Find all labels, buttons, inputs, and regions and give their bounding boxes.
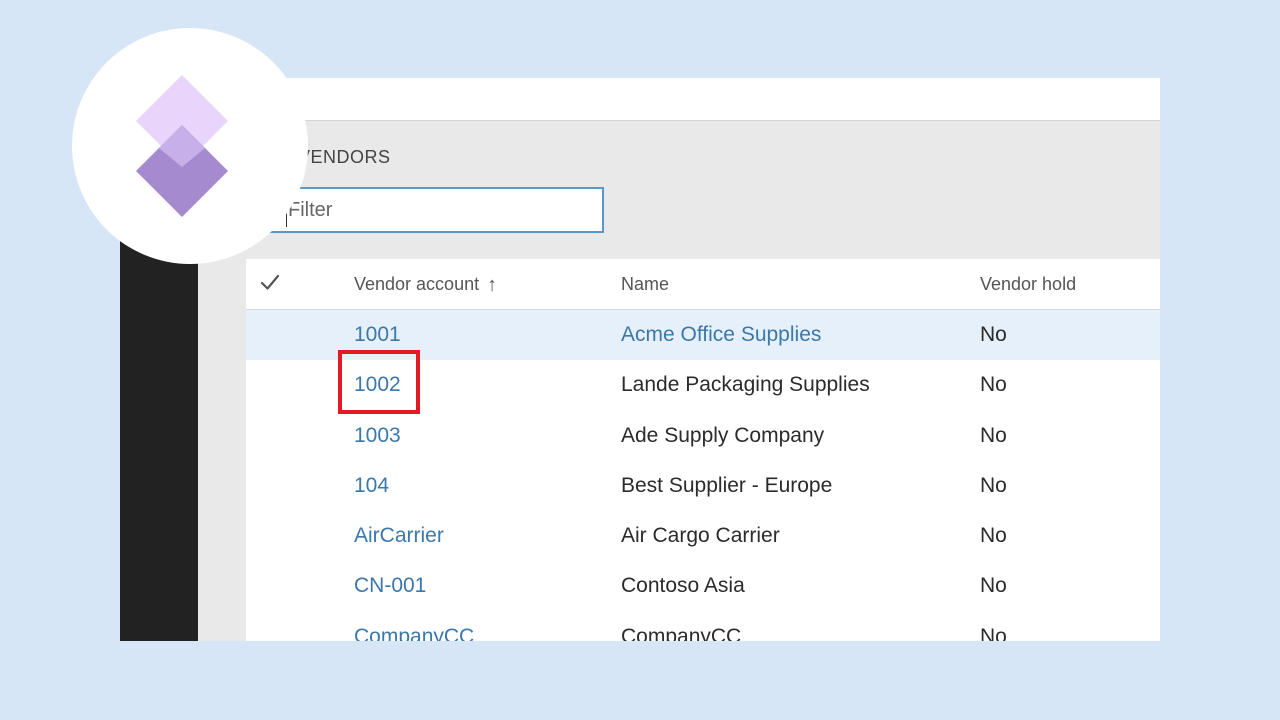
logo-badge <box>72 28 308 264</box>
vendor-account-link[interactable]: 104 <box>354 474 389 498</box>
vendor-hold-value: No <box>980 524 1007 548</box>
table-row[interactable]: AirCarrier Air Cargo Carrier No <box>246 511 1160 561</box>
vendor-name: Contoso Asia <box>621 574 745 598</box>
sort-ascending-icon: ↑ <box>487 274 498 296</box>
vendor-hold-value: No <box>980 373 1007 397</box>
stage: VENDORS Vendor account ↑ Name Vendor hold <box>0 0 1280 720</box>
vendors-grid: Vendor account ↑ Name Vendor hold 1001 Ac… <box>246 259 1160 641</box>
vendor-name: Air Cargo Carrier <box>621 524 780 548</box>
column-header-vendor-account[interactable]: Vendor account ↑ <box>354 274 497 297</box>
table-row[interactable]: CompanyCC CompanyCC No <box>246 612 1160 641</box>
vendor-account-link[interactable]: 1002 <box>354 373 401 397</box>
grid-header: Vendor account ↑ Name Vendor hold <box>246 259 1160 310</box>
checkmark-icon <box>260 274 280 290</box>
table-row[interactable]: 104 Best Supplier - Europe No <box>246 461 1160 511</box>
vendor-account-link[interactable]: CN-001 <box>354 574 426 598</box>
vendor-hold-value: No <box>980 423 1007 447</box>
vendor-hold-value: No <box>980 323 1007 346</box>
column-label: Vendor account <box>354 274 480 294</box>
table-row[interactable]: 1001 Acme Office Supplies No <box>246 310 1160 361</box>
table-row[interactable]: 1002 Lande Packaging Supplies No <box>246 360 1160 410</box>
vendor-name: Ade Supply Company <box>621 423 825 447</box>
grid-rows: 1001 Acme Office Supplies No 1002 Lande … <box>246 310 1160 641</box>
vendor-name: CompanyCC <box>621 624 742 641</box>
vendor-account-link[interactable]: 1003 <box>354 424 401 448</box>
page-title: VENDORS <box>298 147 391 167</box>
vendor-account-link[interactable]: 1001 <box>354 323 401 347</box>
select-all-checkbox[interactable] <box>258 270 282 294</box>
column-header-vendor-hold[interactable]: Vendor hold <box>980 274 1076 295</box>
power-apps-logo-icon <box>136 75 228 217</box>
vendors-page: VENDORS Vendor account ↑ Name Vendor hold <box>198 120 1160 641</box>
vendor-account-link[interactable]: CompanyCC <box>354 625 474 641</box>
vendor-account-link[interactable]: AirCarrier <box>354 524 444 548</box>
column-header-name[interactable]: Name <box>621 274 669 295</box>
vendor-name: Lande Packaging Supplies <box>621 373 870 397</box>
vendor-name-link[interactable]: Acme Office Supplies <box>621 323 821 347</box>
vendor-name: Best Supplier - Europe <box>621 473 833 497</box>
vendor-hold-value: No <box>980 473 1007 497</box>
vendor-hold-value: No <box>980 624 1007 641</box>
table-row[interactable]: CN-001 Contoso Asia No <box>246 561 1160 611</box>
vendor-hold-value: No <box>980 574 1007 598</box>
table-row[interactable]: 1003 Ade Supply Company No <box>246 411 1160 461</box>
